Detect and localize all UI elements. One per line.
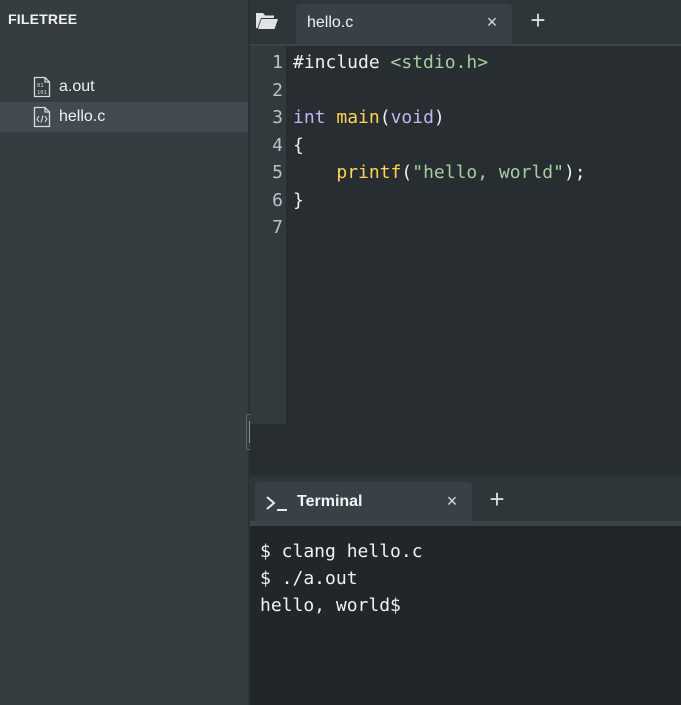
tab-hello-c[interactable]: hello.c × — [296, 4, 512, 44]
line-number: 3 — [272, 107, 283, 128]
line-number: 5 — [272, 162, 283, 183]
line-number: 7 — [272, 217, 283, 238]
brace: { — [293, 135, 304, 156]
header-name: <stdio.h> — [390, 52, 489, 73]
code-line-5: printf("hello, world"); — [293, 159, 586, 186]
terminal-icon — [266, 496, 287, 511]
brace: } — [293, 190, 304, 211]
paren: ( — [379, 107, 391, 128]
code-line-3: int main(void) — [293, 104, 445, 131]
close-tab-button[interactable]: × — [483, 12, 501, 32]
code-line-4: { — [293, 132, 304, 159]
terminal-line: $ ./a.out — [260, 568, 358, 589]
file-tree-title: FILETREE — [8, 11, 78, 27]
paren: ( — [401, 162, 413, 183]
tab-terminal[interactable]: Terminal × — [255, 482, 472, 523]
line-number: 2 — [272, 80, 283, 101]
new-tab-button[interactable]: + — [526, 6, 550, 34]
function-name: main — [336, 107, 380, 128]
file-tree-panel: FILETREE 01 101 a.out hello.c — [0, 0, 248, 705]
terminal-tab-label: Terminal — [297, 493, 363, 510]
include-directive: #include — [293, 52, 380, 73]
terminal-line: $ clang hello.c — [260, 541, 423, 562]
terminal-tab-bar: Terminal × + — [250, 477, 681, 523]
paren-semicolon: ); — [563, 162, 586, 183]
code-line-6: } — [293, 187, 304, 214]
code-line-1: #include <stdio.h> — [293, 49, 488, 76]
tab-label: hello.c — [307, 14, 354, 31]
file-item-a-out[interactable]: 01 101 a.out — [0, 72, 248, 102]
file-item-hello-c[interactable]: hello.c — [0, 102, 248, 132]
close-terminal-button[interactable]: × — [443, 491, 461, 511]
line-number: 4 — [272, 135, 283, 156]
file-label: a.out — [59, 78, 95, 95]
line-number: 1 — [272, 52, 283, 73]
terminal-output[interactable]: $ clang hello.c $ ./a.out hello, world$ — [250, 526, 681, 705]
svg-text:01: 01 — [37, 83, 44, 89]
editor-empty-space — [250, 424, 286, 476]
terminal-line: hello, world$ — [260, 595, 401, 616]
new-terminal-button[interactable]: + — [485, 485, 509, 513]
type-keyword: int — [293, 107, 326, 128]
open-folder-button[interactable] — [250, 4, 284, 38]
paren: ) — [433, 107, 445, 128]
file-label: hello.c — [59, 108, 106, 125]
code-file-icon — [33, 106, 51, 128]
binary-file-icon: 01 101 — [33, 76, 51, 98]
param-type: void — [390, 107, 434, 128]
line-number: 6 — [272, 190, 283, 211]
svg-text:101: 101 — [37, 90, 47, 96]
editor-tab-bar: hello.c × + — [250, 0, 681, 44]
string-literal: "hello, world" — [412, 162, 564, 183]
folder-open-icon — [256, 13, 278, 29]
function-call: printf — [336, 162, 402, 183]
